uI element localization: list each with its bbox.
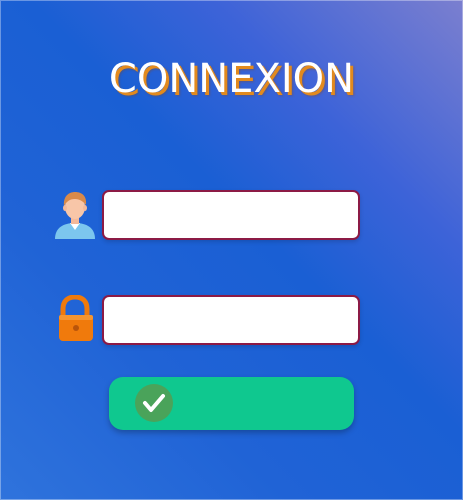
username-input[interactable] — [102, 190, 360, 240]
password-input[interactable] — [102, 295, 360, 345]
check-icon — [135, 384, 173, 422]
user-avatar-icon — [52, 190, 98, 240]
login-panel: CONNEXION — [0, 0, 463, 500]
login-submit-button[interactable] — [109, 377, 354, 430]
page-title: CONNEXION — [108, 56, 355, 102]
lock-icon — [52, 294, 98, 345]
